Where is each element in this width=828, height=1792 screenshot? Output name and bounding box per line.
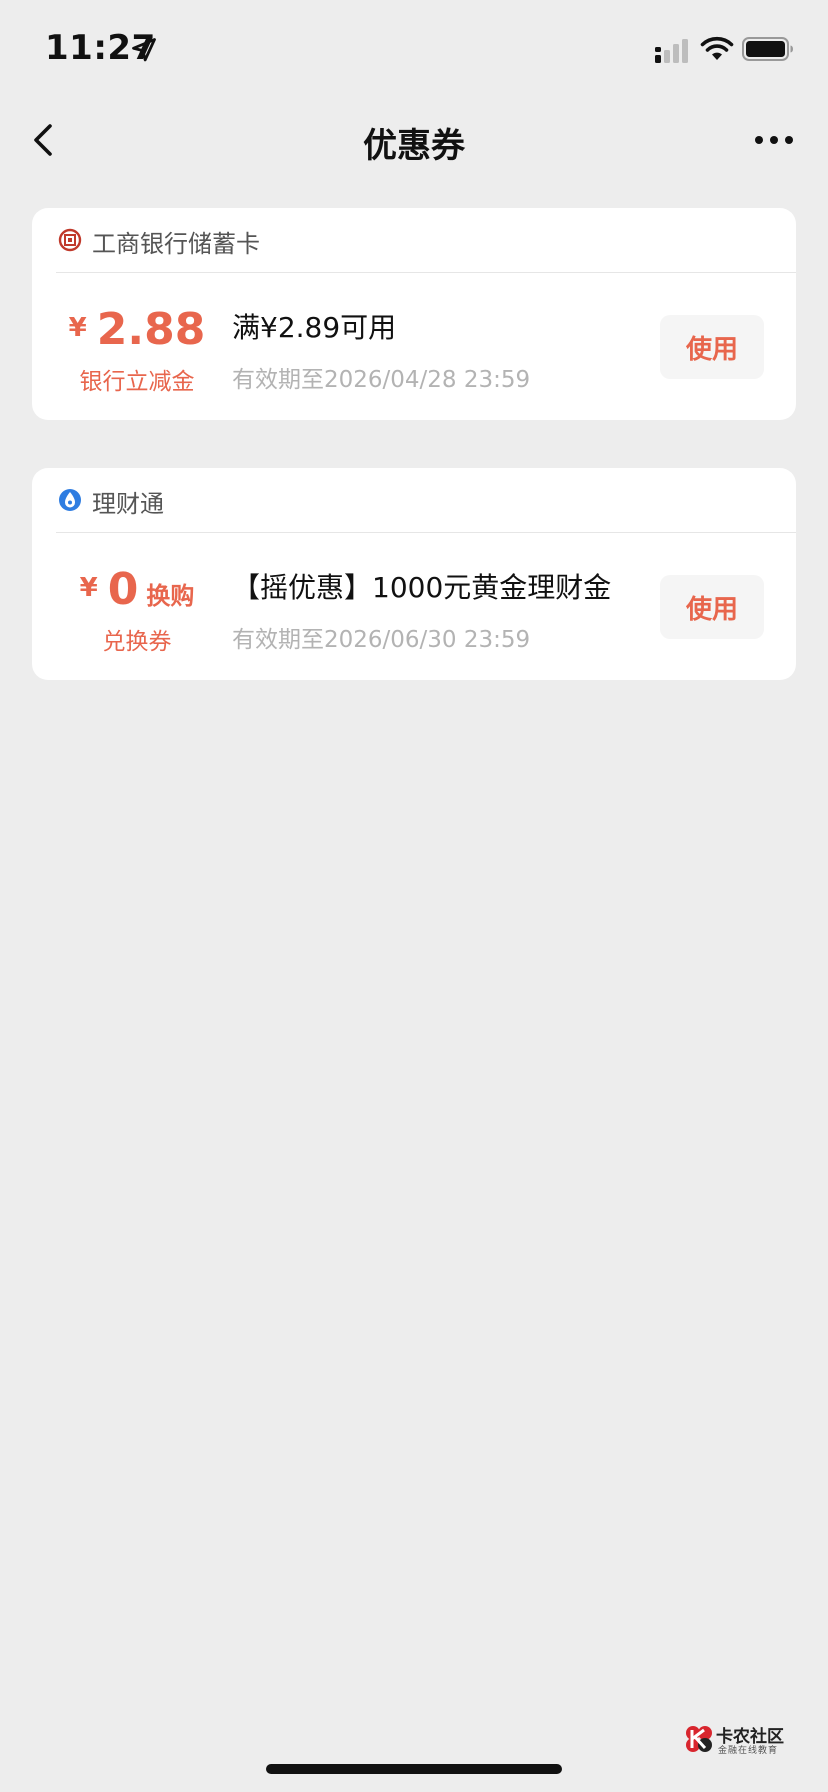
watermark-subtitle: 金融在线教育 [718, 1746, 779, 1756]
use-button[interactable]: 使用 [660, 575, 764, 639]
home-indicator[interactable] [266, 1764, 562, 1774]
use-button[interactable]: 使用 [660, 315, 764, 379]
cellular-signal-icon [655, 39, 688, 63]
coupon-amount: ¥ 2.88 银行立减金 [52, 304, 222, 396]
nav-bar: 优惠券 [0, 100, 828, 180]
location-arrow-icon [132, 38, 156, 62]
coupon-card-header: 工商银行储蓄卡 [32, 208, 796, 272]
divider [56, 272, 796, 273]
coupon-title: 满¥2.89可用 [232, 311, 397, 344]
watermark: 卡农社区 金融在线教育 [684, 1722, 794, 1756]
wifi-icon [700, 36, 734, 60]
currency-symbol: ¥ [68, 313, 87, 343]
issuer-name: 工商银行储蓄卡 [92, 230, 260, 258]
coupon-expiry: 有效期至2026/04/28 23:59 [232, 367, 531, 393]
battery-icon [742, 37, 793, 61]
currency-symbol: ¥ [79, 573, 98, 603]
coupon-info: 满¥2.89可用 有效期至2026/04/28 23:59 [232, 306, 652, 394]
licaitong-logo-icon [59, 489, 81, 511]
page-title: 优惠券 [363, 126, 465, 166]
amount-type: 兑换券 [102, 629, 172, 655]
divider [56, 532, 796, 533]
amount-value: 2.88 [96, 304, 206, 355]
coupon-info: 【摇优惠】1000元黄金理财金 有效期至2026/06/30 23:59 [232, 566, 652, 654]
status-bar: 11:27 [0, 0, 828, 100]
icbc-logo-icon [58, 228, 82, 252]
issuer-name: 理财通 [92, 490, 164, 518]
amount-value: 0 [107, 564, 139, 615]
amount-suffix: 换购 [146, 582, 195, 610]
coupon-card: 工商银行储蓄卡 ¥ 2.88 银行立减金 满¥2.89可用 有效期至2026/0… [32, 208, 796, 420]
coupon-title: 【摇优惠】1000元黄金理财金 [232, 571, 612, 604]
watermark-logo-icon [686, 1726, 712, 1752]
coupon-card: 理财通 ¥ 0 换购 兑换券 【摇优惠】1000元黄金理财金 有效期至2026/… [32, 468, 796, 680]
coupon-expiry: 有效期至2026/06/30 23:59 [232, 627, 531, 653]
more-options-icon[interactable] [754, 130, 794, 150]
coupon-card-header: 理财通 [32, 468, 796, 532]
coupon-amount: ¥ 0 换购 兑换券 [52, 564, 222, 656]
amount-type: 银行立减金 [79, 369, 195, 395]
